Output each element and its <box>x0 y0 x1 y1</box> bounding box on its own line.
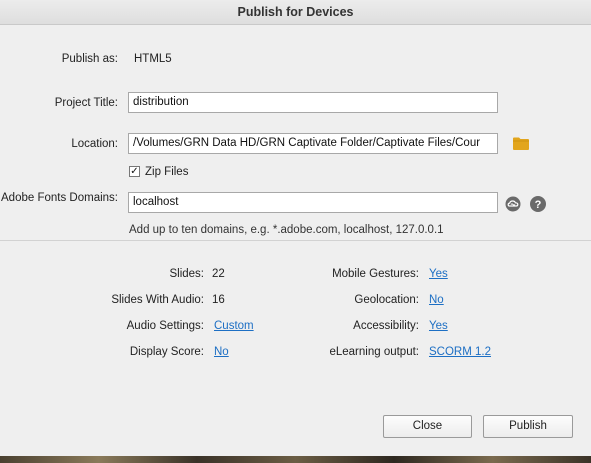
geolocation-label: Geolocation: <box>354 294 419 306</box>
location-label: Location: <box>71 138 118 150</box>
svg-text:?: ? <box>535 199 542 211</box>
help-icon[interactable]: ? <box>530 196 546 212</box>
elearning-output-label: eLearning output: <box>329 346 419 358</box>
slides-with-audio-value: 16 <box>212 294 225 306</box>
desktop-background <box>0 456 591 463</box>
mobile-gestures-link[interactable]: Yes <box>429 268 448 280</box>
accessibility-link[interactable]: Yes <box>429 320 448 332</box>
location-input[interactable]: /Volumes/GRN Data HD/GRN Captivate Folde… <box>128 133 498 154</box>
fonts-domains-input[interactable]: localhost <box>128 192 498 213</box>
audio-settings-label: Audio Settings: <box>126 320 204 332</box>
zip-files-checkbox[interactable]: ✓ <box>129 166 140 177</box>
publish-as-value: HTML5 <box>134 53 172 65</box>
accessibility-label: Accessibility: <box>353 320 419 332</box>
section-divider <box>0 240 591 241</box>
folder-icon[interactable] <box>513 137 529 150</box>
slides-with-audio-label: Slides With Audio: <box>111 294 204 306</box>
audio-settings-link[interactable]: Custom <box>214 320 254 332</box>
elearning-output-link[interactable]: SCORM 1.2 <box>429 346 491 358</box>
zip-files-label[interactable]: Zip Files <box>145 166 188 178</box>
publish-as-label: Publish as: <box>61 53 118 65</box>
mobile-gestures-label: Mobile Gestures: <box>332 268 419 280</box>
geolocation-link[interactable]: No <box>429 294 444 306</box>
close-button[interactable]: Close <box>383 415 472 438</box>
fonts-domains-label: Adobe Fonts Domains: <box>1 192 118 204</box>
project-title-input[interactable]: distribution <box>128 92 498 113</box>
fonts-domains-hint: Add up to ten domains, e.g. *.adobe.com,… <box>129 224 444 236</box>
creative-cloud-icon[interactable] <box>505 196 521 212</box>
display-score-label: Display Score: <box>129 346 204 358</box>
slides-label: Slides: <box>169 268 204 280</box>
slides-value: 22 <box>212 268 225 280</box>
publish-button[interactable]: Publish <box>483 415 573 438</box>
project-title-label: Project Title: <box>54 97 118 109</box>
display-score-link[interactable]: No <box>214 346 229 358</box>
window-title: Publish for Devices <box>0 0 591 25</box>
